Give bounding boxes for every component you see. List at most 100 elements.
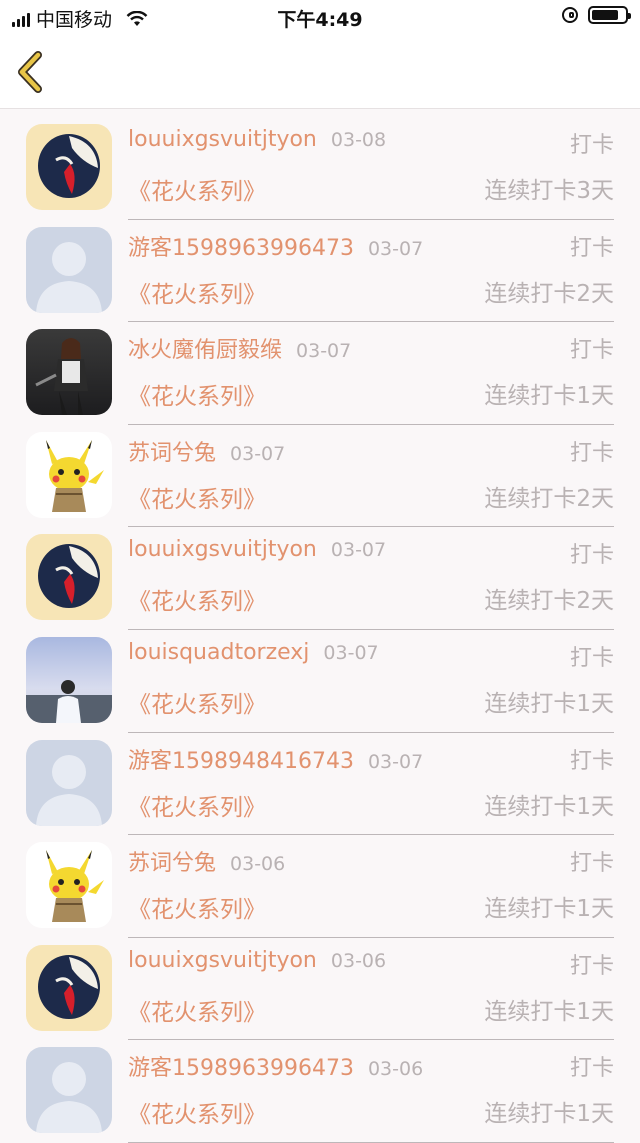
user-name[interactable]: 游客1598948416743: [128, 749, 354, 774]
checkin-date: 03-06: [330, 949, 387, 972]
row-info: louuixgsvuitjtyon 03-08 打卡 《花火系列》 连续打卡3天: [128, 117, 614, 220]
streak-count: 连续打卡2天: [484, 485, 614, 512]
avatar-image: [26, 739, 112, 826]
avatar-image: [26, 1047, 112, 1134]
avatar[interactable]: [26, 842, 112, 929]
streak-count: 连续打卡2天: [484, 588, 614, 615]
checkin-date: 03-08: [330, 129, 387, 151]
series-title[interactable]: 《花火系列》: [128, 275, 266, 309]
row-info: louuixgsvuitjtyon 03-07 打卡 《花火系列》 连续打卡2天: [128, 527, 614, 630]
checkin-row[interactable]: 游客1598963996473 03-06 打卡 《花火系列》 连续打卡1天: [0, 1040, 640, 1143]
row-info: 冰火魔侑厨毅缑 03-07 打卡 《花火系列》 连续打卡1天: [128, 322, 614, 425]
user-name[interactable]: 冰火魔侑厨毅缑: [128, 338, 282, 363]
avatar[interactable]: [26, 739, 112, 826]
user-name[interactable]: 游客1598963996473: [128, 236, 354, 261]
user-name[interactable]: louuixgsvuitjtyon: [128, 537, 317, 562]
checkin-row[interactable]: 游客1598963996473 03-07 打卡 《花火系列》 连续打卡2天: [0, 220, 640, 323]
checkin-label: 打卡: [569, 851, 614, 877]
series-title[interactable]: 《花火系列》: [128, 377, 266, 411]
checkin-label: 打卡: [569, 133, 614, 158]
avatar[interactable]: [26, 1047, 112, 1134]
checkin-label: 打卡: [569, 953, 614, 979]
nav-bar: [0, 34, 640, 109]
streak-count: 连续打卡2天: [484, 280, 614, 307]
streak-count: 连续打卡1天: [484, 1101, 614, 1128]
user-name[interactable]: louisquadtorzexj: [128, 640, 309, 665]
avatar-image: [26, 226, 112, 313]
series-title[interactable]: 《花火系列》: [128, 788, 266, 822]
row-info: 苏词兮兔 03-07 打卡 《花火系列》 连续打卡2天: [128, 425, 614, 528]
checkin-date: 03-07: [296, 340, 352, 363]
checkin-row[interactable]: louuixgsvuitjtyon 03-06 打卡 《花火系列》 连续打卡1天: [0, 938, 640, 1041]
checkin-date: 03-07: [323, 641, 379, 664]
row-info: 游客1598948416743 03-07 打卡 《花火系列》 连续打卡1天: [128, 733, 614, 836]
checkin-row[interactable]: 苏词兮兔 03-06 打卡 《花火系列》 连续打卡1天: [0, 835, 640, 938]
streak-count: 连续打卡1天: [484, 383, 614, 410]
name-line: louuixgsvuitjtyon 03-08: [128, 127, 386, 152]
series-title[interactable]: 《花火系列》: [128, 480, 266, 514]
checkin-date: 03-07: [367, 750, 424, 773]
checkin-label: 打卡: [569, 235, 614, 261]
series-title[interactable]: 《花火系列》: [128, 582, 266, 616]
avatar-image: [26, 124, 112, 210]
avatar[interactable]: [26, 944, 112, 1031]
name-line: 苏词兮兔 03-07: [128, 435, 285, 467]
user-name[interactable]: louuixgsvuitjtyon: [128, 127, 317, 152]
series-title[interactable]: 《花火系列》: [128, 685, 266, 719]
name-line: louisquadtorzexj 03-07: [128, 640, 379, 665]
series-title[interactable]: 《花火系列》: [128, 1095, 266, 1129]
row-info: louisquadtorzexj 03-07 打卡 《花火系列》 连续打卡1天: [128, 630, 614, 733]
checkin-date: 03-06: [230, 853, 286, 876]
user-name[interactable]: 苏词兮兔: [128, 851, 216, 876]
back-button[interactable]: [10, 48, 58, 96]
checkin-row[interactable]: louuixgsvuitjtyon 03-08 打卡 《花火系列》 连续打卡3天: [0, 117, 640, 220]
orientation-lock-icon: [562, 7, 578, 23]
avatar[interactable]: [26, 124, 112, 210]
name-line: 游客1598948416743 03-07: [128, 743, 423, 775]
name-line: 苏词兮兔 03-06: [128, 845, 285, 877]
avatar[interactable]: [26, 431, 112, 518]
avatar-image: [26, 944, 112, 1031]
checkin-label: 打卡: [569, 543, 614, 569]
checkin-label: 打卡: [569, 748, 614, 774]
checkin-date: 03-07: [230, 442, 286, 465]
avatar[interactable]: [26, 329, 112, 416]
streak-count: 连续打卡1天: [484, 793, 614, 820]
row-info: 游客1598963996473 03-07 打卡 《花火系列》 连续打卡2天: [128, 220, 614, 323]
avatar[interactable]: [26, 226, 112, 313]
checkin-label: 打卡: [569, 645, 614, 671]
checkin-label: 打卡: [569, 338, 614, 364]
status-time: 下午4:49: [277, 9, 363, 31]
streak-count: 连续打卡3天: [484, 178, 614, 204]
series-title[interactable]: 《花火系列》: [128, 172, 266, 206]
avatar-image: [26, 431, 112, 518]
checkin-label: 打卡: [569, 1056, 614, 1082]
name-line: 游客1598963996473 03-06: [128, 1050, 423, 1082]
name-line: louuixgsvuitjtyon 03-07: [128, 537, 386, 562]
avatar[interactable]: [26, 534, 112, 621]
checkin-date: 03-07: [367, 237, 424, 260]
avatar-image: [26, 636, 112, 723]
name-line: 冰火魔侑厨毅缑 03-07: [128, 332, 351, 364]
series-title[interactable]: 《花火系列》: [128, 890, 266, 924]
avatar-image: [26, 842, 112, 929]
avatar-image: [26, 534, 112, 621]
checkin-row[interactable]: 冰火魔侑厨毅缑 03-07 打卡 《花火系列》 连续打卡1天: [0, 322, 640, 425]
streak-count: 连续打卡1天: [484, 690, 614, 717]
name-line: 游客1598963996473 03-07: [128, 230, 423, 262]
checkin-row[interactable]: louuixgsvuitjtyon 03-07 打卡 《花火系列》 连续打卡2天: [0, 527, 640, 630]
row-info: louuixgsvuitjtyon 03-06 打卡 《花火系列》 连续打卡1天: [128, 938, 614, 1041]
avatar[interactable]: [26, 636, 112, 723]
checkin-row[interactable]: louisquadtorzexj 03-07 打卡 《花火系列》 连续打卡1天: [0, 630, 640, 733]
checkin-record-list: louuixgsvuitjtyon 03-08 打卡 《花火系列》 连续打卡3天 …: [0, 109, 640, 1143]
status-right: [562, 6, 631, 24]
user-name[interactable]: 游客1598963996473: [128, 1056, 354, 1081]
chevron-left-icon: [18, 51, 42, 93]
name-line: louuixgsvuitjtyon 03-06: [128, 948, 386, 973]
streak-count: 连续打卡1天: [484, 998, 614, 1025]
user-name[interactable]: louuixgsvuitjtyon: [128, 948, 317, 973]
checkin-row[interactable]: 游客1598948416743 03-07 打卡 《花火系列》 连续打卡1天: [0, 733, 640, 836]
series-title[interactable]: 《花火系列》: [128, 993, 266, 1027]
user-name[interactable]: 苏词兮兔: [128, 441, 216, 466]
checkin-row[interactable]: 苏词兮兔 03-07 打卡 《花火系列》 连续打卡2天: [0, 425, 640, 528]
